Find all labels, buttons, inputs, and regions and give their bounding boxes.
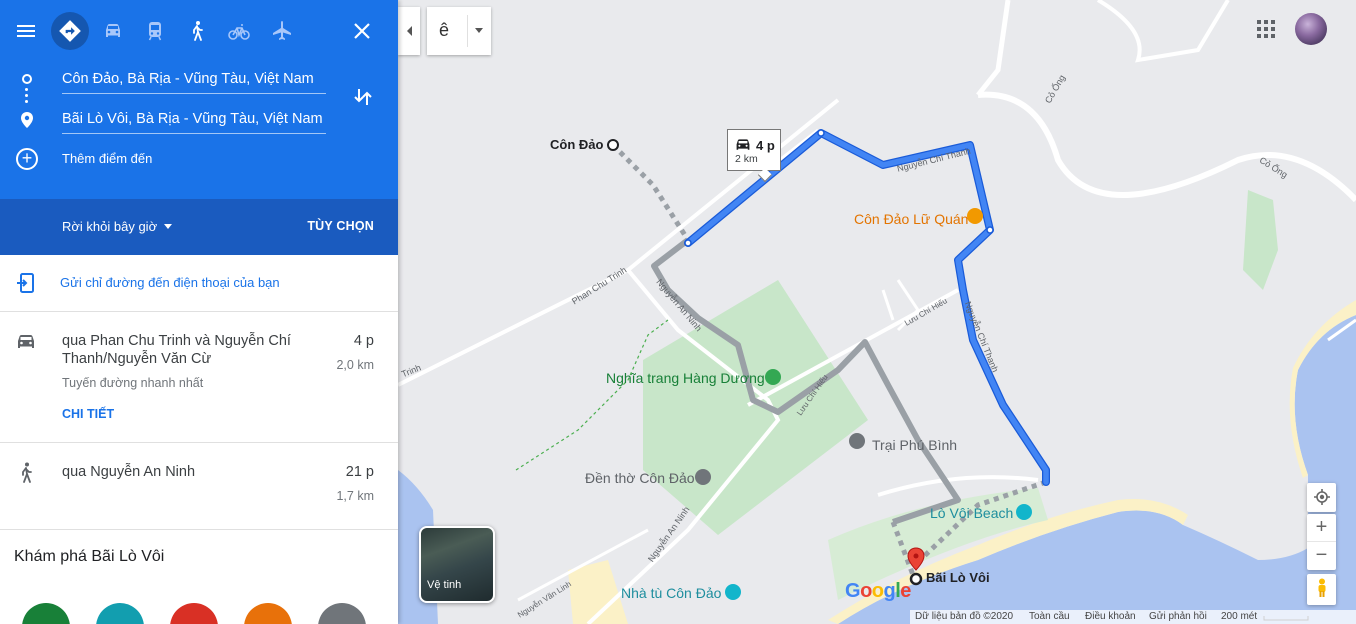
depart-bar: Rời khỏi bây giờ TÙY CHỌN	[0, 199, 398, 255]
route-duration-callout[interactable]: 4 p 2 km	[727, 129, 781, 183]
avatar[interactable]	[1295, 13, 1327, 45]
restaurant-icon[interactable]	[22, 603, 70, 624]
route-distance: 2 km	[735, 153, 758, 165]
label-trai-phu-binh[interactable]: Trại Phú Bình	[872, 437, 957, 453]
scale-label[interactable]: 200 mét	[1221, 611, 1257, 622]
directions-icon[interactable]	[51, 12, 89, 50]
label-lo-voi-beach[interactable]: Lò Vôi Beach	[930, 505, 1013, 521]
label-den-tho[interactable]: Đền thờ Côn Đảo	[585, 470, 695, 486]
parking-icon[interactable]	[244, 603, 292, 624]
collapse-panel-button[interactable]	[398, 7, 420, 55]
label-nghia-trang[interactable]: Nghĩa trang Hàng Dương	[606, 370, 765, 386]
origin-input[interactable]: Côn Đảo, Bà Rịa - Vũng Tàu, Việt Nam	[62, 64, 326, 94]
destination-input[interactable]: Bãi Lò Vôi, Bà Rịa - Vũng Tàu, Việt Nam	[62, 104, 326, 134]
send-to-phone-icon	[15, 272, 37, 299]
walk-icon	[15, 461, 37, 490]
zoom-in-button[interactable]: +	[1307, 514, 1336, 541]
feedback-link[interactable]: Gửi phản hồi	[1149, 611, 1207, 622]
route-dots-icon	[25, 88, 29, 110]
route-time: 4 p	[756, 138, 775, 153]
swap-icon[interactable]	[350, 84, 376, 110]
global-link[interactable]: Toàn cầu	[1029, 611, 1070, 622]
trip-via: qua Phan Chu Trinh và Nguyễn Chí Thanh/N…	[62, 333, 291, 367]
map-data-attribution: Dữ liệu bản đồ ©2020	[915, 611, 1014, 622]
divider	[467, 15, 468, 47]
google-logo: Google	[845, 580, 911, 602]
google-maps-app: Côn Đảo, Bà Rịa - Vũng Tàu, Việt Nam Bãi…	[0, 0, 1356, 624]
gas-station-icon[interactable]	[170, 603, 218, 624]
more-icon[interactable]	[318, 603, 366, 624]
send-to-phone-label: Gửi chỉ đường đến điện thoại của bạn	[60, 275, 280, 290]
map-footer: Dữ liệu bản đồ ©2020 Toàn cầu Điều khoản…	[910, 610, 1356, 624]
satellite-layer-toggle[interactable]: Vệ tinh	[419, 526, 495, 603]
destination-pin-icon	[19, 111, 35, 134]
add-icon: +	[16, 148, 38, 170]
trip-option-car[interactable]: qua Phan Chu Trinh và Nguyễn Chí Thanh/N…	[0, 312, 398, 443]
basemap	[398, 0, 1356, 624]
origin-dot-icon	[22, 74, 32, 84]
flight-icon[interactable]	[263, 12, 301, 50]
depart-time-select[interactable]: Rời khỏi bây giờ	[62, 219, 157, 234]
satellite-label: Vệ tinh	[427, 579, 462, 591]
add-destination-label: Thêm điểm đến	[62, 151, 153, 166]
apps-icon[interactable]	[1257, 20, 1275, 38]
zoom-controls: + −	[1307, 514, 1336, 570]
transit-icon[interactable]	[136, 12, 174, 50]
walk-icon[interactable]	[178, 12, 216, 50]
trip-time: 21 p	[345, 464, 374, 480]
terms-link[interactable]: Điều khoản	[1085, 611, 1136, 622]
label-nha-tu[interactable]: Nhà tù Côn Đảo	[621, 585, 721, 601]
pegman-button[interactable]	[1307, 574, 1336, 605]
menu-icon[interactable]	[7, 12, 45, 50]
label-bai-lo-voi[interactable]: Bãi Lò Vôi	[926, 570, 990, 585]
directions-header: Côn Đảo, Bà Rịa - Vũng Tàu, Việt Nam Bãi…	[0, 0, 398, 199]
trip-via: qua Nguyễn An Ninh	[62, 464, 196, 480]
label-con-dao[interactable]: Côn Đảo	[550, 137, 603, 152]
car-icon	[15, 332, 37, 357]
trip-time: 4 p	[353, 333, 374, 349]
directions-panel: Côn Đảo, Bà Rịa - Vũng Tàu, Việt Nam Bãi…	[0, 0, 398, 624]
options-button[interactable]: TÙY CHỌN	[307, 219, 374, 233]
chevron-down-icon[interactable]	[164, 224, 172, 229]
my-location-icon	[1307, 483, 1336, 510]
trip-note: Tuyến đường nhanh nhất	[62, 376, 204, 390]
trip-details-link[interactable]: CHI TIẾT	[62, 407, 114, 421]
explore-title: Khám phá Bãi Lò Vôi	[14, 548, 165, 565]
language-glyph: ê	[439, 20, 450, 40]
trip-distance: 1,7 km	[336, 489, 374, 503]
input-tools-button[interactable]: ê	[427, 7, 491, 55]
close-icon[interactable]	[343, 12, 381, 50]
label-lu-quan[interactable]: Côn Đảo Lữ Quán	[854, 211, 968, 227]
chevron-left-icon	[406, 26, 412, 36]
bike-icon[interactable]	[220, 12, 258, 50]
send-to-phone-row[interactable]: Gửi chỉ đường đến điện thoại của bạn	[0, 255, 398, 312]
chevron-down-icon[interactable]	[475, 28, 483, 33]
map-canvas[interactable]: Côn Đảo Côn Đảo Lữ Quán Nghĩa trang Hàng…	[398, 0, 1356, 624]
trip-distance: 2,0 km	[336, 358, 374, 372]
travel-mode-row	[0, 12, 398, 50]
add-destination-button[interactable]: + Thêm điểm đến	[0, 146, 398, 174]
my-location-button[interactable]	[1307, 483, 1336, 512]
zoom-out-button[interactable]: −	[1307, 541, 1336, 568]
pegman-icon	[1307, 574, 1336, 601]
trip-option-walk[interactable]: qua Nguyễn An Ninh 21 p 1,7 km	[0, 443, 398, 530]
car-icon[interactable]	[94, 12, 132, 50]
hotel-icon[interactable]	[96, 603, 144, 624]
